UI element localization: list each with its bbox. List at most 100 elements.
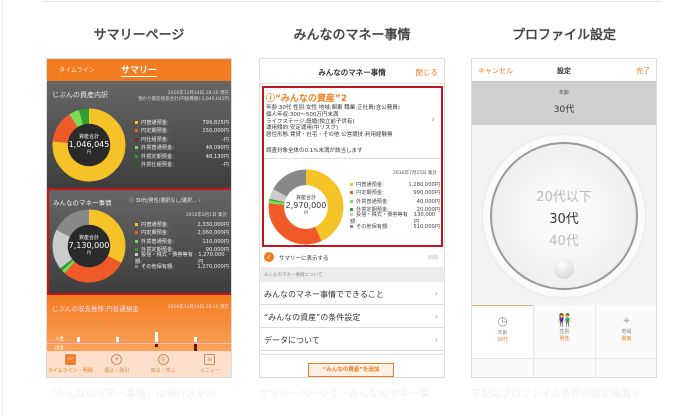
assets-legend: 円普通預金: 799,825円 円定期預金: 150,000円 円仕組預金: -円 外貨普通… bbox=[135, 118, 229, 169]
grid-item-gender[interactable]: 👫 性別 男性 bbox=[534, 305, 596, 359]
divider bbox=[264, 158, 441, 159]
legend-value: 48,090円 bbox=[205, 145, 229, 152]
bar bbox=[155, 332, 158, 342]
checkbox-checked-icon[interactable]: ✓ bbox=[264, 252, 274, 262]
wheel-option[interactable]: 20代以下 bbox=[492, 186, 636, 205]
legend-swatch bbox=[350, 191, 353, 195]
wheel-knob[interactable] bbox=[554, 259, 574, 279]
filter-text: 30代/男性/選択なし/選択… bbox=[135, 198, 198, 204]
legend-label: 外貨普通預金: bbox=[135, 144, 174, 151]
show-in-summary-row: ✓ サマリーに表示する 削除 bbox=[260, 248, 444, 267]
legend-label: 外貨仕組預金: bbox=[135, 161, 174, 168]
unit: 円 bbox=[87, 250, 91, 255]
nav-bar: みんなのマネー事情 閉じる bbox=[260, 59, 444, 84]
close-button[interactable]: 閉じる bbox=[416, 67, 439, 78]
grid-label: 性別 bbox=[559, 329, 570, 335]
caption: 下記はプロファイル条件の設定画面で bbox=[471, 389, 641, 400]
assets-subtotal: 預かり資産残高合計(円換算額):1,046,045円 bbox=[138, 97, 229, 102]
tab-timeline[interactable]: タイムライン bbox=[59, 65, 95, 74]
label-text: 円仕組預金: bbox=[141, 136, 169, 143]
money-legend: 円普通預金: 2,330,000円 円定期預金: 2,060,000円 外貨普通預金: 1… bbox=[135, 220, 229, 271]
legend-value: 990,000円 bbox=[413, 190, 440, 197]
heading-summary: サマリーページ bbox=[93, 28, 185, 43]
profile-card[interactable]: ⓘ“みんなの資産”2 年齢:30代 性別:女性 地域:関東 職業:正社員(含公務… bbox=[262, 86, 443, 247]
tab-summary[interactable]: サマリー bbox=[121, 63, 158, 77]
yen-icon: ¥ bbox=[111, 354, 123, 365]
legend-label: 外貨定期預金: bbox=[135, 153, 174, 160]
label-text: 外貨仕組預金: bbox=[141, 162, 174, 169]
divider bbox=[2, 0, 3, 415]
grid-item-region[interactable]: ⌖ 地域 関東 bbox=[596, 305, 656, 359]
legend-swatch bbox=[135, 222, 138, 226]
list-item-conditions[interactable]: “みんなの資産”の条件設定 › bbox=[260, 305, 444, 328]
grid-item-age[interactable]: ◷ 年齢 30代 bbox=[472, 305, 534, 359]
people-icon: 👫 bbox=[557, 313, 572, 327]
chevron-right-icon: › bbox=[434, 289, 438, 298]
legend-swatch bbox=[135, 137, 138, 141]
grid-label: 地域 bbox=[621, 329, 632, 335]
date: 2016年6月1日 集計 bbox=[185, 213, 227, 218]
delete-button[interactable]: 削除 bbox=[428, 254, 438, 261]
legend-label: 円定期預金: bbox=[350, 189, 384, 196]
legend-swatch bbox=[350, 213, 353, 217]
wheel-picker[interactable]: 20代以下 30代 40代 bbox=[490, 142, 638, 290]
grid-item[interactable] bbox=[534, 359, 596, 377]
filter[interactable]: ⓘ 30代/男性/選択なし/選択… › bbox=[129, 197, 201, 204]
legend-item: 外貨普通預金: 110,000円 bbox=[135, 237, 229, 246]
label-text: 外貨普通預金: bbox=[141, 145, 174, 152]
tab-menu[interactable]: ≡ メニュー bbox=[187, 351, 232, 377]
summary-screen: タイムライン サマリー じぶんの資産内訳 2016年11月14日 18:16 現… bbox=[46, 58, 232, 378]
legend-item: 円普通預金: 799,825円 bbox=[135, 118, 229, 127]
tab-label: タイムライン・明細 bbox=[47, 368, 93, 374]
legend-swatch bbox=[350, 182, 353, 186]
legend-item: 外貨仕組預金: -円 bbox=[135, 161, 229, 170]
wheel-option-selected[interactable]: 30代 bbox=[492, 208, 636, 227]
legend-item: 円定期預金: 990,000円 bbox=[350, 189, 440, 198]
legend-label: 円普通預金: bbox=[135, 221, 169, 228]
legend-value: -円 bbox=[221, 136, 229, 143]
legend-item: 投信・株式・債券等有額: 130,000円 bbox=[350, 212, 440, 225]
assets-title: じぶんの資産内訳 bbox=[52, 91, 108, 99]
legend-swatch bbox=[135, 154, 138, 158]
money-card[interactable]: みんなのマネー事情 ⓘ 30代/男性/選択なし/選択… › 2016年6月1日 … bbox=[47, 188, 231, 295]
legend-value: 2,060,000円 bbox=[197, 230, 229, 237]
add-button[interactable]: “みんなの資産”を追加 bbox=[308, 363, 394, 377]
legend-swatch bbox=[135, 253, 138, 257]
wheel-option[interactable]: 40代 bbox=[492, 230, 636, 249]
grid-item[interactable] bbox=[472, 359, 534, 377]
link-label: データについて bbox=[264, 336, 320, 345]
axis-line bbox=[47, 343, 231, 344]
tab-timeline-detail[interactable]: 〰タイムライン・明細 bbox=[47, 351, 94, 377]
legend-item: 円定期預金: 2,060,000円 bbox=[135, 229, 229, 238]
condition: 年齢:30代 性別:女性 地域:関東 職業:正社員(含公務員) bbox=[266, 105, 400, 111]
legend-swatch bbox=[135, 231, 138, 235]
total-value: 1,046,045 bbox=[68, 140, 110, 149]
legend-label: その他保有額: bbox=[350, 223, 389, 230]
clock-icon: ◷ bbox=[497, 314, 508, 328]
card-name: “みんなの資産”2 bbox=[275, 94, 348, 104]
chevron-right-icon: › bbox=[434, 335, 438, 344]
card-total: 資産合計 2,970,000 円 bbox=[267, 194, 345, 216]
legend-value: 510,000円 bbox=[413, 224, 440, 231]
grid-item[interactable] bbox=[596, 359, 656, 377]
link-label: みんなのマネー事情でできること bbox=[264, 290, 384, 299]
legend-label: その他保有額: bbox=[135, 263, 174, 270]
done-button[interactable]: 完了 bbox=[636, 66, 650, 76]
list-item-features[interactable]: みんなのマネー事情でできること › bbox=[260, 282, 444, 305]
flow-title: じぶんの収支推移:円普通預金 bbox=[52, 305, 139, 313]
legend-label: 外貨普通預金: bbox=[135, 238, 174, 245]
in-label: 入金 bbox=[55, 337, 64, 342]
card-conditions: 年齢:30代 性別:女性 地域:関東 職業:正社員(含公務員) 個人年収:300… bbox=[266, 105, 400, 139]
money-title: みんなのマネー事情 bbox=[53, 199, 112, 207]
total-label: 資産合計 bbox=[78, 235, 99, 241]
tab-transfer[interactable]: ¥ 振込・取引 bbox=[94, 351, 141, 377]
list-item-data[interactable]: データについて › bbox=[260, 328, 444, 351]
label-text: 円普通預金: bbox=[141, 221, 169, 228]
tab-learn[interactable]: ♀ 知る・学ぶ bbox=[140, 351, 187, 377]
chart-icon: 〰 bbox=[64, 354, 76, 365]
date: 2016年11月14日 18:16 現在 bbox=[167, 305, 229, 310]
tab-label: 振込・取引 bbox=[104, 368, 130, 374]
legend-swatch bbox=[135, 265, 138, 269]
legend-swatch bbox=[350, 199, 353, 203]
bar bbox=[116, 337, 119, 342]
